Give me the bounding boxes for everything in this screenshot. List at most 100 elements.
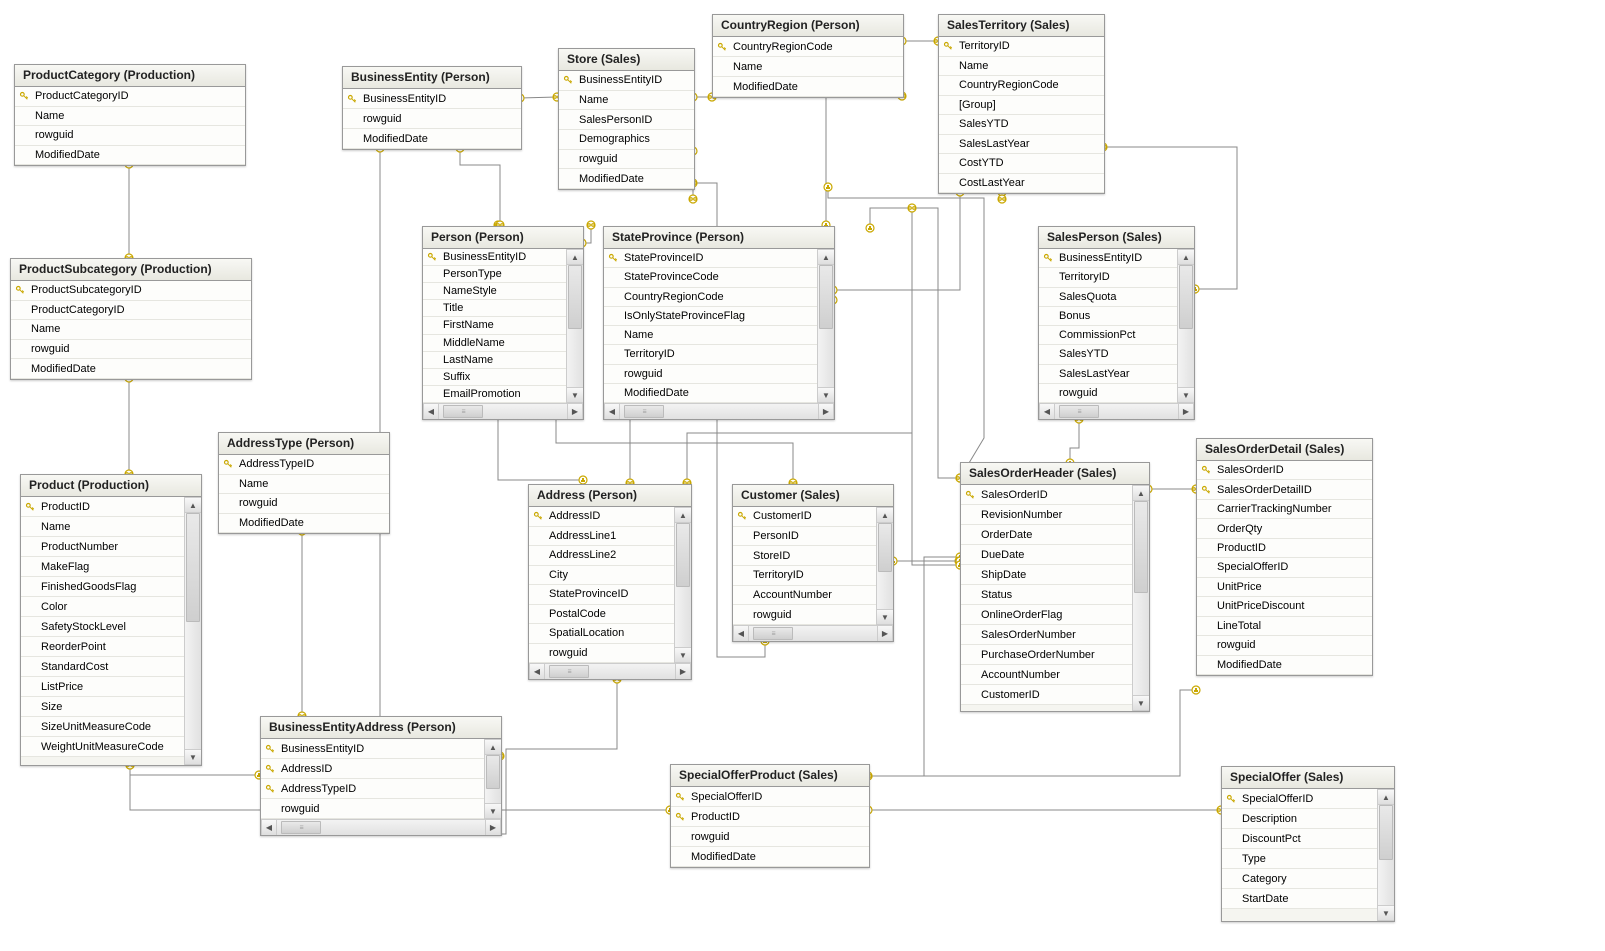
scroll-thumb[interactable]	[878, 523, 892, 572]
vertical-scrollbar[interactable]: ▲▼	[484, 739, 501, 819]
column-row[interactable]: BusinessEntityID	[261, 739, 484, 759]
column-row[interactable]: Status	[961, 585, 1132, 605]
entity-salesTerritory[interactable]: SalesTerritory (Sales)TerritoryIDNameCou…	[938, 14, 1105, 194]
column-row[interactable]: CustomerID	[733, 507, 876, 527]
column-row[interactable]: AccountNumber	[733, 586, 876, 606]
column-row[interactable]: CarrierTrackingNumber	[1197, 500, 1372, 519]
entity-title[interactable]: SpecialOfferProduct (Sales)	[671, 765, 869, 787]
scroll-up-arrow-icon[interactable]: ▲	[1378, 789, 1394, 805]
column-row[interactable]: SpecialOfferID	[1197, 558, 1372, 577]
entity-specialOfferProduct[interactable]: SpecialOfferProduct (Sales)SpecialOfferI…	[670, 764, 870, 868]
scroll-up-arrow-icon[interactable]: ▲	[1133, 485, 1149, 501]
column-row[interactable]: SpecialOfferID	[1222, 789, 1377, 809]
column-row[interactable]: SalesOrderDetailID	[1197, 480, 1372, 499]
column-row[interactable]: ShipDate	[961, 565, 1132, 585]
entity-specialOffer[interactable]: SpecialOffer (Sales)SpecialOfferIDDescri…	[1221, 766, 1395, 922]
column-row[interactable]: AddressTypeID	[261, 779, 484, 799]
scroll-thumb[interactable]: ≡	[1059, 405, 1099, 418]
horizontal-scrollbar[interactable]: ◀≡▶	[1039, 403, 1194, 419]
column-row[interactable]: TerritoryID	[733, 566, 876, 586]
column-row[interactable]: BusinessEntityID	[1039, 249, 1177, 268]
column-row[interactable]: SalesLastYear	[1039, 365, 1177, 384]
entity-title[interactable]: BusinessEntityAddress (Person)	[261, 717, 501, 739]
scroll-thumb[interactable]	[819, 265, 833, 329]
column-row[interactable]: SalesLastYear	[939, 135, 1104, 155]
horizontal-scrollbar[interactable]: ◀≡▶	[733, 625, 893, 641]
column-row[interactable]: SpecialOfferID	[671, 787, 869, 807]
vertical-scrollbar[interactable]: ▲▼	[817, 249, 834, 403]
column-row[interactable]: ProductCategoryID	[11, 301, 251, 321]
entity-title[interactable]: SalesOrderDetail (Sales)	[1197, 439, 1372, 461]
scroll-right-arrow-icon[interactable]: ▶	[675, 664, 691, 679]
column-row[interactable]: CommissionPct	[1039, 326, 1177, 345]
scroll-thumb[interactable]: ≡	[281, 821, 321, 834]
vertical-scrollbar[interactable]: ▲▼	[876, 507, 893, 625]
column-row[interactable]: SalesOrderNumber	[961, 625, 1132, 645]
column-row[interactable]: IsOnlyStateProvinceFlag	[604, 307, 817, 326]
scroll-up-arrow-icon[interactable]: ▲	[675, 507, 691, 523]
entity-businessEntityAddress[interactable]: BusinessEntityAddress (Person)BusinessEn…	[260, 716, 502, 836]
scroll-thumb[interactable]	[1134, 501, 1148, 593]
column-row[interactable]: MakeFlag	[21, 557, 184, 577]
column-row[interactable]: rowguid	[1039, 384, 1177, 403]
column-row[interactable]: StoreID	[733, 546, 876, 566]
scroll-thumb[interactable]	[486, 755, 500, 789]
entity-stateProvince[interactable]: StateProvince (Person)StateProvinceIDSta…	[603, 226, 835, 420]
column-row[interactable]: AddressID	[529, 507, 674, 527]
column-row[interactable]: CountryRegionCode	[604, 288, 817, 307]
column-row[interactable]: PersonType	[423, 266, 566, 283]
scroll-down-arrow-icon[interactable]: ▼	[185, 749, 201, 765]
column-row[interactable]: CostYTD	[939, 154, 1104, 174]
column-row[interactable]: BusinessEntityID	[559, 71, 694, 91]
entity-title[interactable]: StateProvince (Person)	[604, 227, 834, 249]
column-row[interactable]: StateProvinceID	[604, 249, 817, 268]
scroll-up-arrow-icon[interactable]: ▲	[1178, 249, 1194, 265]
column-row[interactable]: UnitPrice	[1197, 578, 1372, 597]
column-row[interactable]: Name	[21, 517, 184, 537]
vertical-scrollbar[interactable]: ▲▼	[674, 507, 691, 663]
horizontal-scrollbar[interactable]: ◀≡▶	[423, 403, 583, 419]
column-row[interactable]: DueDate	[961, 545, 1132, 565]
scroll-track[interactable]: ≡	[749, 626, 877, 641]
column-row[interactable]: NameStyle	[423, 283, 566, 300]
column-row[interactable]: ProductID	[1197, 539, 1372, 558]
scroll-up-arrow-icon[interactable]: ▲	[185, 497, 201, 513]
entity-title[interactable]: Address (Person)	[529, 485, 691, 507]
column-row[interactable]: TerritoryID	[1039, 268, 1177, 287]
column-row[interactable]: ModifiedDate	[343, 129, 521, 149]
vertical-scrollbar[interactable]: ▲▼	[1132, 485, 1149, 711]
column-row[interactable]: OrderDate	[961, 525, 1132, 545]
scroll-right-arrow-icon[interactable]: ▶	[877, 626, 893, 641]
column-row[interactable]: StateProvinceCode	[604, 268, 817, 287]
column-row[interactable]: ProductSubcategoryID	[11, 281, 251, 301]
scroll-right-arrow-icon[interactable]: ▶	[818, 404, 834, 419]
column-row[interactable]: AddressLine2	[529, 546, 674, 566]
column-row[interactable]: Demographics	[559, 130, 694, 150]
scroll-up-arrow-icon[interactable]: ▲	[485, 739, 501, 755]
entity-product[interactable]: Product (Production)ProductIDNameProduct…	[20, 474, 202, 766]
entity-person[interactable]: Person (Person)BusinessEntityIDPersonTyp…	[422, 226, 584, 420]
column-row[interactable]: Category	[1222, 869, 1377, 889]
scroll-up-arrow-icon[interactable]: ▲	[877, 507, 893, 523]
column-row[interactable]: rowguid	[604, 365, 817, 384]
column-row[interactable]: AddressLine1	[529, 527, 674, 547]
scroll-track[interactable]: ≡	[277, 820, 485, 835]
scroll-track[interactable]: ≡	[545, 664, 675, 679]
scroll-thumb[interactable]	[186, 513, 200, 622]
column-row[interactable]: Name	[11, 320, 251, 340]
scroll-track[interactable]: ≡	[439, 404, 567, 419]
vertical-scrollbar[interactable]: ▲▼	[184, 497, 201, 765]
entity-salesPerson[interactable]: SalesPerson (Sales)BusinessEntityIDTerri…	[1038, 226, 1195, 420]
column-row[interactable]: ProductCategoryID	[15, 87, 245, 107]
scroll-thumb[interactable]	[568, 265, 582, 329]
column-row[interactable]: ModifiedDate	[219, 514, 389, 534]
column-row[interactable]: ListPrice	[21, 677, 184, 697]
column-row[interactable]: SafetyStockLevel	[21, 617, 184, 637]
column-row[interactable]: AccountNumber	[961, 665, 1132, 685]
column-row[interactable]: StartDate	[1222, 889, 1377, 909]
vertical-scrollbar[interactable]: ▲▼	[1377, 789, 1394, 921]
entity-store[interactable]: Store (Sales)BusinessEntityIDNameSalesPe…	[558, 48, 695, 190]
scroll-up-arrow-icon[interactable]: ▲	[567, 249, 583, 265]
scroll-thumb[interactable]: ≡	[753, 627, 793, 640]
column-row[interactable]: SalesOrderID	[961, 485, 1132, 505]
